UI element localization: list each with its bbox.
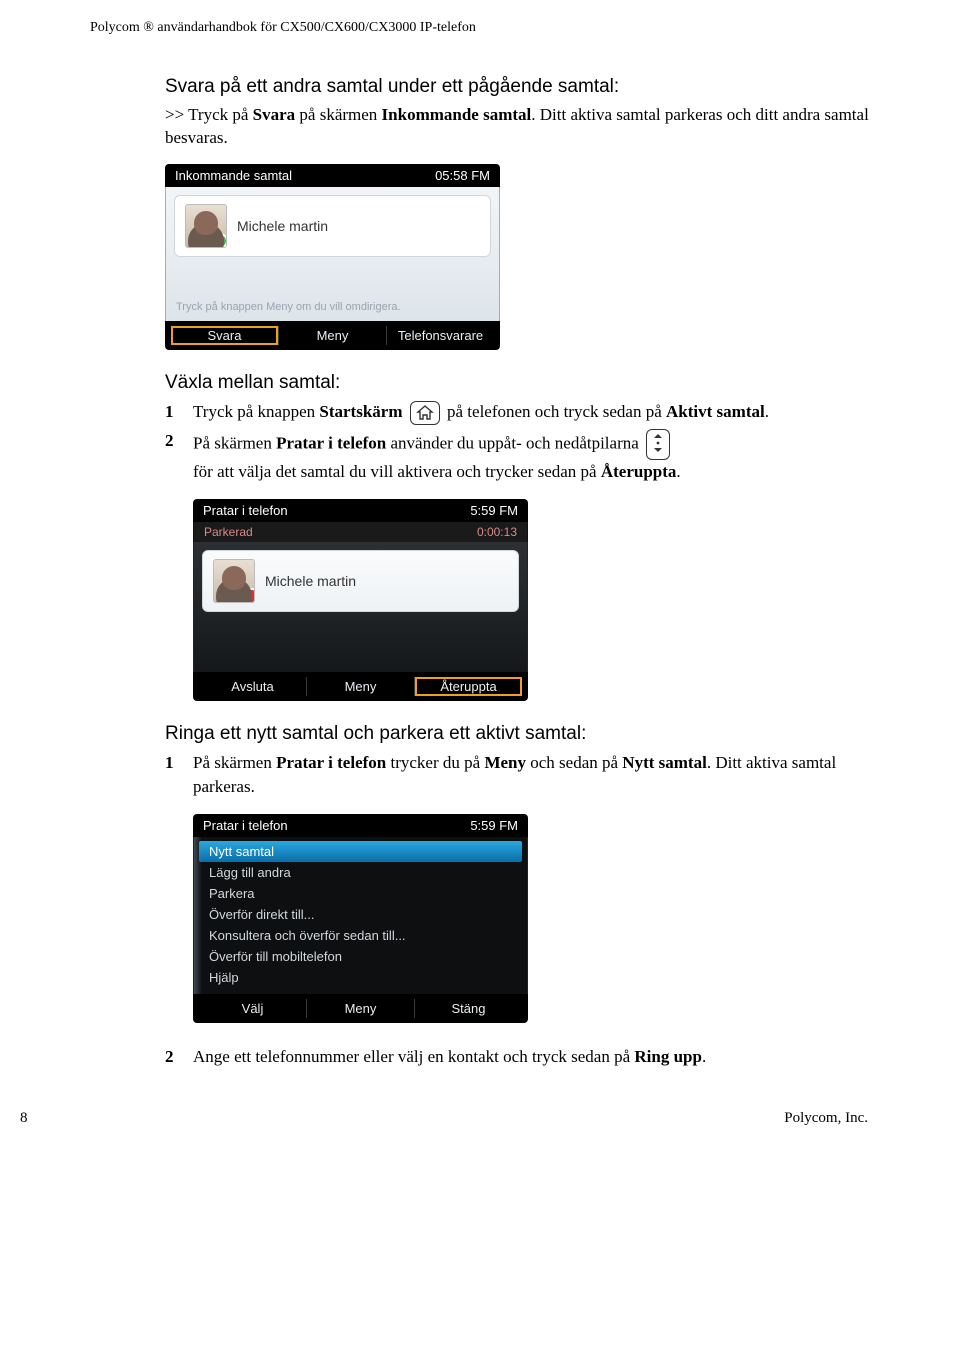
avatar (185, 204, 227, 248)
shot3-time: 5:59 FM (470, 818, 518, 833)
shot2-title: Pratar i telefon (203, 503, 288, 518)
shot2-status: Parkerad (204, 525, 253, 539)
up-down-arrows-icon (646, 429, 670, 460)
step-switch-1: 1 Tryck på knappen Startskärm på telefon… (165, 400, 870, 425)
shot1-btn-telefonsvarare: Telefonsvarare (387, 326, 494, 345)
shot2-duration: 0:00:13 (477, 525, 517, 539)
screenshot-menu: Pratar i telefon 5:59 FM Nytt samtal Läg… (193, 814, 528, 1023)
avatar (213, 559, 255, 603)
heading-new-call-park: Ringa ett nytt samtal och parkera ett ak… (165, 723, 870, 745)
shot2-btn-ateruppta: Återuppta (415, 677, 522, 696)
shot1-btn-svara: Svara (171, 326, 278, 345)
page-header: Polycom ® användarhandbok för CX500/CX60… (90, 20, 870, 36)
page-number: 8 (20, 1110, 28, 1127)
screenshot-parked-call: Pratar i telefon 5:59 FM Parkerad 0:00:1… (193, 499, 528, 701)
shot2-time: 5:59 FM (470, 503, 518, 518)
para-answer-second: >> Tryck på Svara på skärmen Inkommande … (165, 104, 870, 150)
shot1-hint: Tryck på knappen Meny om du vill omdirig… (174, 301, 491, 313)
shot3-btn-meny: Meny (307, 999, 414, 1018)
shot3-title: Pratar i telefon (203, 818, 288, 833)
menu-item: Nytt samtal (199, 841, 522, 862)
menu-item: Hjälp (199, 967, 522, 988)
heading-answer-second-call: Svara på ett andra samtal under ett pågå… (165, 76, 870, 98)
shot1-btn-meny: Meny (279, 326, 386, 345)
home-icon (410, 401, 440, 425)
shot2-btn-avsluta: Avsluta (199, 677, 306, 696)
footer-company: Polycom, Inc. (784, 1110, 868, 1127)
step-newcall-2: 2 Ange ett telefonnummer eller välj en k… (165, 1045, 870, 1070)
menu-item: Överför direkt till... (199, 904, 522, 925)
shot1-time: 05:58 FM (435, 168, 490, 183)
step-newcall-1: 1 På skärmen Pratar i telefon trycker du… (165, 751, 870, 800)
screenshot-incoming-call: Inkommande samtal 05:58 FM Michele marti… (165, 164, 500, 350)
menu-item: Överför till mobiltelefon (199, 946, 522, 967)
menu-item: Konsultera och överför sedan till... (199, 925, 522, 946)
caller-name: Michele martin (237, 218, 328, 234)
shot2-btn-meny: Meny (307, 677, 414, 696)
menu-item: Lägg till andra (199, 862, 522, 883)
shot1-title: Inkommande samtal (175, 168, 292, 183)
shot3-btn-stang: Stäng (415, 999, 522, 1018)
caller-name: Michele martin (265, 573, 356, 589)
heading-switch-calls: Växla mellan samtal: (165, 372, 870, 394)
shot3-btn-valj: Välj (199, 999, 306, 1018)
step-switch-2: 2 På skärmen Pratar i telefon använder d… (165, 429, 870, 485)
menu-item: Parkera (199, 883, 522, 904)
